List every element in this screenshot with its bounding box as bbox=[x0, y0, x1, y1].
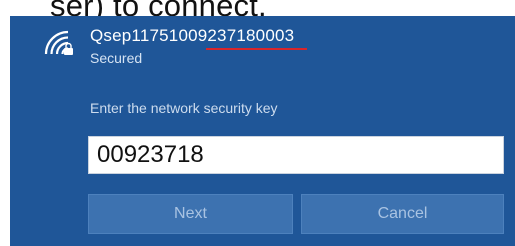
next-button[interactable]: Next bbox=[88, 194, 293, 234]
network-name: Qsep11751009237180003 bbox=[90, 26, 307, 50]
network-status: Secured bbox=[90, 50, 143, 66]
wifi-connect-panel: Qsep11751009237180003 Secured Enter the … bbox=[10, 16, 515, 246]
security-key-input[interactable] bbox=[88, 136, 504, 174]
cancel-button[interactable]: Cancel bbox=[301, 194, 504, 234]
network-name-text: Qsep11751009237180003 bbox=[90, 26, 295, 45]
highlight-underline bbox=[206, 48, 307, 50]
security-key-prompt: Enter the network security key bbox=[90, 100, 278, 116]
wifi-secured-icon bbox=[44, 30, 73, 55]
